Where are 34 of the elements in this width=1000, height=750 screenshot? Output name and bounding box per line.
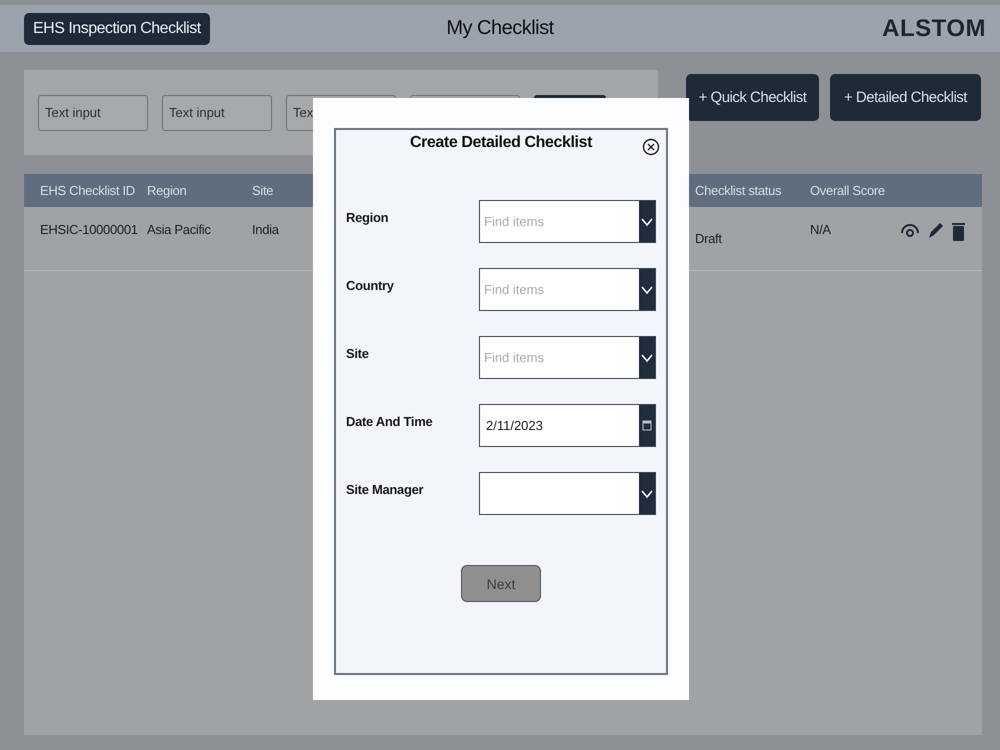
- text-input-field[interactable]: Text input: [162, 94, 272, 130]
- chevron-down-icon[interactable]: [641, 488, 653, 498]
- field-label: Date And Time: [346, 413, 432, 431]
- chevron-down-icon[interactable]: [641, 216, 653, 226]
- field-label: Country: [346, 277, 394, 295]
- brand-logo: ALSTOM: [882, 14, 986, 42]
- quick-checklist-button[interactable]: + Quick Checklist: [686, 74, 819, 121]
- column-header: Region: [147, 183, 186, 198]
- column-header: Checklist status: [695, 183, 782, 198]
- trash-icon[interactable]: [950, 221, 967, 243]
- page-title: My Checklist: [446, 17, 554, 39]
- table-cell-text: Draft: [695, 230, 722, 246]
- calendar-icon[interactable]: [642, 420, 652, 431]
- date-field[interactable]: 2/11/2023: [479, 404, 656, 447]
- text-input-field[interactable]: Text input: [38, 94, 148, 130]
- chevron-down-icon[interactable]: [641, 284, 653, 294]
- column-header: EHS Checklist ID: [40, 183, 135, 198]
- field-label: Region: [346, 209, 388, 227]
- field-label: Site: [346, 345, 369, 363]
- table-cell-text: India: [252, 221, 279, 237]
- chevron-down-icon[interactable]: [641, 352, 653, 362]
- view-icon[interactable]: [900, 221, 920, 239]
- table-cell-text: Asia Pacific: [147, 221, 211, 237]
- detailed-checklist-button[interactable]: + Detailed Checklist: [830, 74, 981, 121]
- column-header: Site: [252, 183, 274, 198]
- dialog-title: Create Detailed Checklist: [410, 134, 592, 152]
- dropdown-field[interactable]: [479, 472, 656, 515]
- table-cell-text: EHSIC-10000001: [40, 221, 138, 237]
- close-icon[interactable]: [642, 138, 660, 156]
- column-header: Overall Score: [810, 183, 885, 198]
- table-cell-text: N/A: [810, 221, 831, 237]
- app-title-badge: EHS Inspection Checklist: [24, 12, 210, 44]
- pencil-icon[interactable]: [926, 221, 944, 241]
- field-label: Site Manager: [346, 481, 424, 499]
